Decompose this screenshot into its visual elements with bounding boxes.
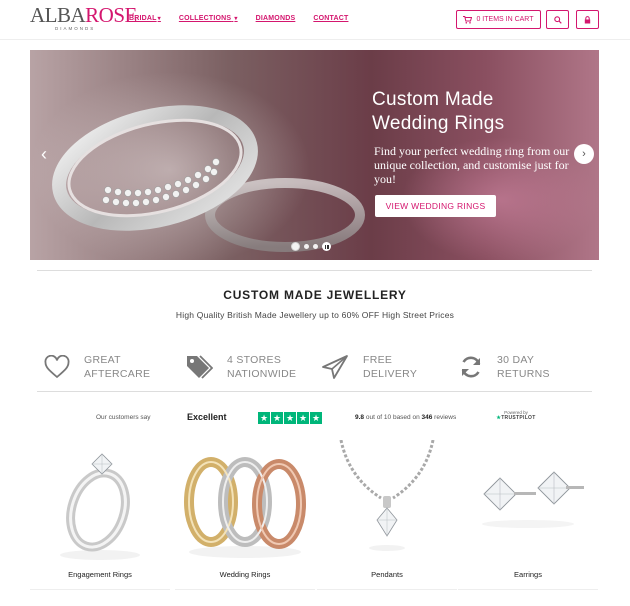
chevron-down-icon: ▾ (234, 16, 238, 22)
engagement-ring-image (60, 453, 140, 560)
trustpilot-wordmark: ★TRUSTPILOT (496, 415, 536, 421)
search-icon (553, 15, 562, 24)
product-earrings[interactable]: Earrings (458, 440, 598, 590)
hero-text: Find your perfect wedding ring from our … (374, 144, 570, 186)
product-underline (175, 589, 315, 590)
feature-line: RETURNS (497, 368, 550, 380)
trustpilot-review-count: 346 (421, 414, 433, 421)
product-wedding-rings[interactable]: Wedding Rings (175, 440, 315, 590)
feature-label: 30 DAY RETURNS (497, 353, 550, 381)
feature-aftercare: GREAT AFTERCARE (44, 353, 150, 381)
refresh-icon (461, 356, 481, 378)
lock-icon (584, 15, 591, 23)
product-label: Wedding Rings (219, 570, 271, 579)
trustpilot-score[interactable]: 9.8 out of 10 based on 346 reviews (355, 414, 456, 421)
feature-line: NATIONWIDE (227, 368, 297, 380)
logo-alba-text: ALBA (30, 3, 86, 27)
hero-slider: Custom Made Wedding Rings Find your perf… (30, 50, 599, 260)
view-wedding-rings-button[interactable]: VIEW WEDDING RINGS (375, 195, 496, 217)
search-button[interactable] (546, 10, 569, 29)
slider-pagination (291, 242, 331, 251)
product-label: Pendants (371, 570, 403, 579)
product-underline (30, 589, 170, 590)
chevron-right-icon[interactable]: › (574, 144, 594, 164)
feature-line: 4 STORES (227, 354, 282, 366)
nav-item-bridal[interactable]: BRIDAL▾ (129, 15, 161, 22)
trustpilot-provider-text: TRUSTPILOT (501, 415, 536, 421)
star-icon: ★ (271, 412, 283, 424)
feature-line: AFTERCARE (84, 368, 151, 380)
trustpilot-score-text: out of 10 based on (364, 414, 422, 421)
feature-delivery: FREE DELIVERY (321, 353, 417, 381)
nav-item-collections[interactable]: COLLECTIONS ▾ (179, 15, 238, 22)
cart-icon (463, 15, 473, 24)
star-icon: ★ (284, 412, 296, 424)
section-title: CUSTOM MADE JEWELLERY (223, 288, 407, 302)
main-nav: BRIDAL▾ COLLECTIONS ▾ DIAMONDS CONTACT (129, 15, 366, 22)
wedding-bands-image (184, 457, 306, 558)
logo-wordmark: ALBAROSE (30, 4, 137, 26)
trustpilot-customers-say: Our customers say (96, 414, 151, 421)
feature-label: 4 STORES NATIONWIDE (227, 353, 296, 381)
feature-label: FREE DELIVERY (363, 353, 417, 381)
feature-line: FREE (363, 354, 393, 366)
star-icon: ★ (258, 412, 270, 424)
product-underline (317, 589, 457, 590)
slide-dot-1[interactable] (291, 242, 300, 251)
trustpilot-stars[interactable]: ★ ★ ★ ★ ★ (258, 412, 322, 424)
cart-button[interactable]: 0 ITEMS IN CART (456, 10, 541, 29)
account-button[interactable] (576, 10, 599, 29)
trustpilot-score-value: 9.8 (355, 414, 365, 421)
hero-title: Custom Made Wedding Rings (372, 89, 505, 134)
nav-item-label: COLLECTIONS (178, 15, 232, 22)
logo-tagline: DIAMONDS (55, 26, 96, 31)
star-icon: ★ (297, 412, 309, 424)
slide-dot-2[interactable] (304, 244, 309, 249)
feature-label: GREAT AFTERCARE (84, 353, 150, 381)
section-subtitle: High Quality British Made Jewellery up t… (175, 310, 455, 320)
tags-icon (187, 355, 213, 379)
cart-label: 0 ITEMS IN CART (476, 16, 534, 23)
site-header: ALBAROSE DIAMONDS BRIDAL▾ COLLECTIONS ▾ … (0, 0, 630, 40)
feature-line: GREAT (84, 354, 121, 366)
feature-returns: 30 DAY RETURNS (459, 353, 550, 381)
product-engagement-rings[interactable]: Engagement Rings (30, 440, 170, 590)
nav-item-label: BRIDAL (129, 15, 157, 22)
feature-line: DELIVERY (363, 368, 418, 380)
heart-icon (44, 355, 70, 379)
trustpilot-rating-word: Excellent (187, 412, 227, 422)
product-underline (458, 589, 598, 590)
nav-item-label: DIAMONDS (255, 15, 296, 22)
trustpilot-logo[interactable]: Powered by ★TRUSTPILOT (496, 410, 536, 421)
chevron-left-icon[interactable]: ‹ (34, 144, 54, 164)
slide-dot-3[interactable] (313, 244, 318, 249)
feature-line: 30 DAY (497, 354, 535, 366)
feature-stores: 4 STORES NATIONWIDE (185, 353, 296, 381)
nav-item-label: CONTACT (313, 15, 349, 22)
paper-plane-icon (322, 355, 348, 379)
product-label: Engagement Rings (68, 570, 132, 579)
pause-icon[interactable] (322, 242, 331, 251)
product-pendants[interactable]: Pendants (317, 440, 457, 590)
earrings-image (482, 471, 584, 528)
brand-logo[interactable]: ALBAROSE DIAMONDS (30, 4, 137, 36)
nav-item-diamonds[interactable]: DIAMONDS (256, 15, 296, 22)
trustpilot-score-text: reviews (432, 414, 457, 421)
pendant-image (339, 440, 435, 551)
section-divider (37, 270, 592, 271)
product-label: Earrings (514, 570, 542, 579)
nav-item-contact[interactable]: CONTACT (313, 15, 348, 22)
chevron-down-icon: ▾ (157, 16, 161, 22)
star-icon: ★ (310, 412, 322, 424)
section-divider (37, 391, 592, 392)
